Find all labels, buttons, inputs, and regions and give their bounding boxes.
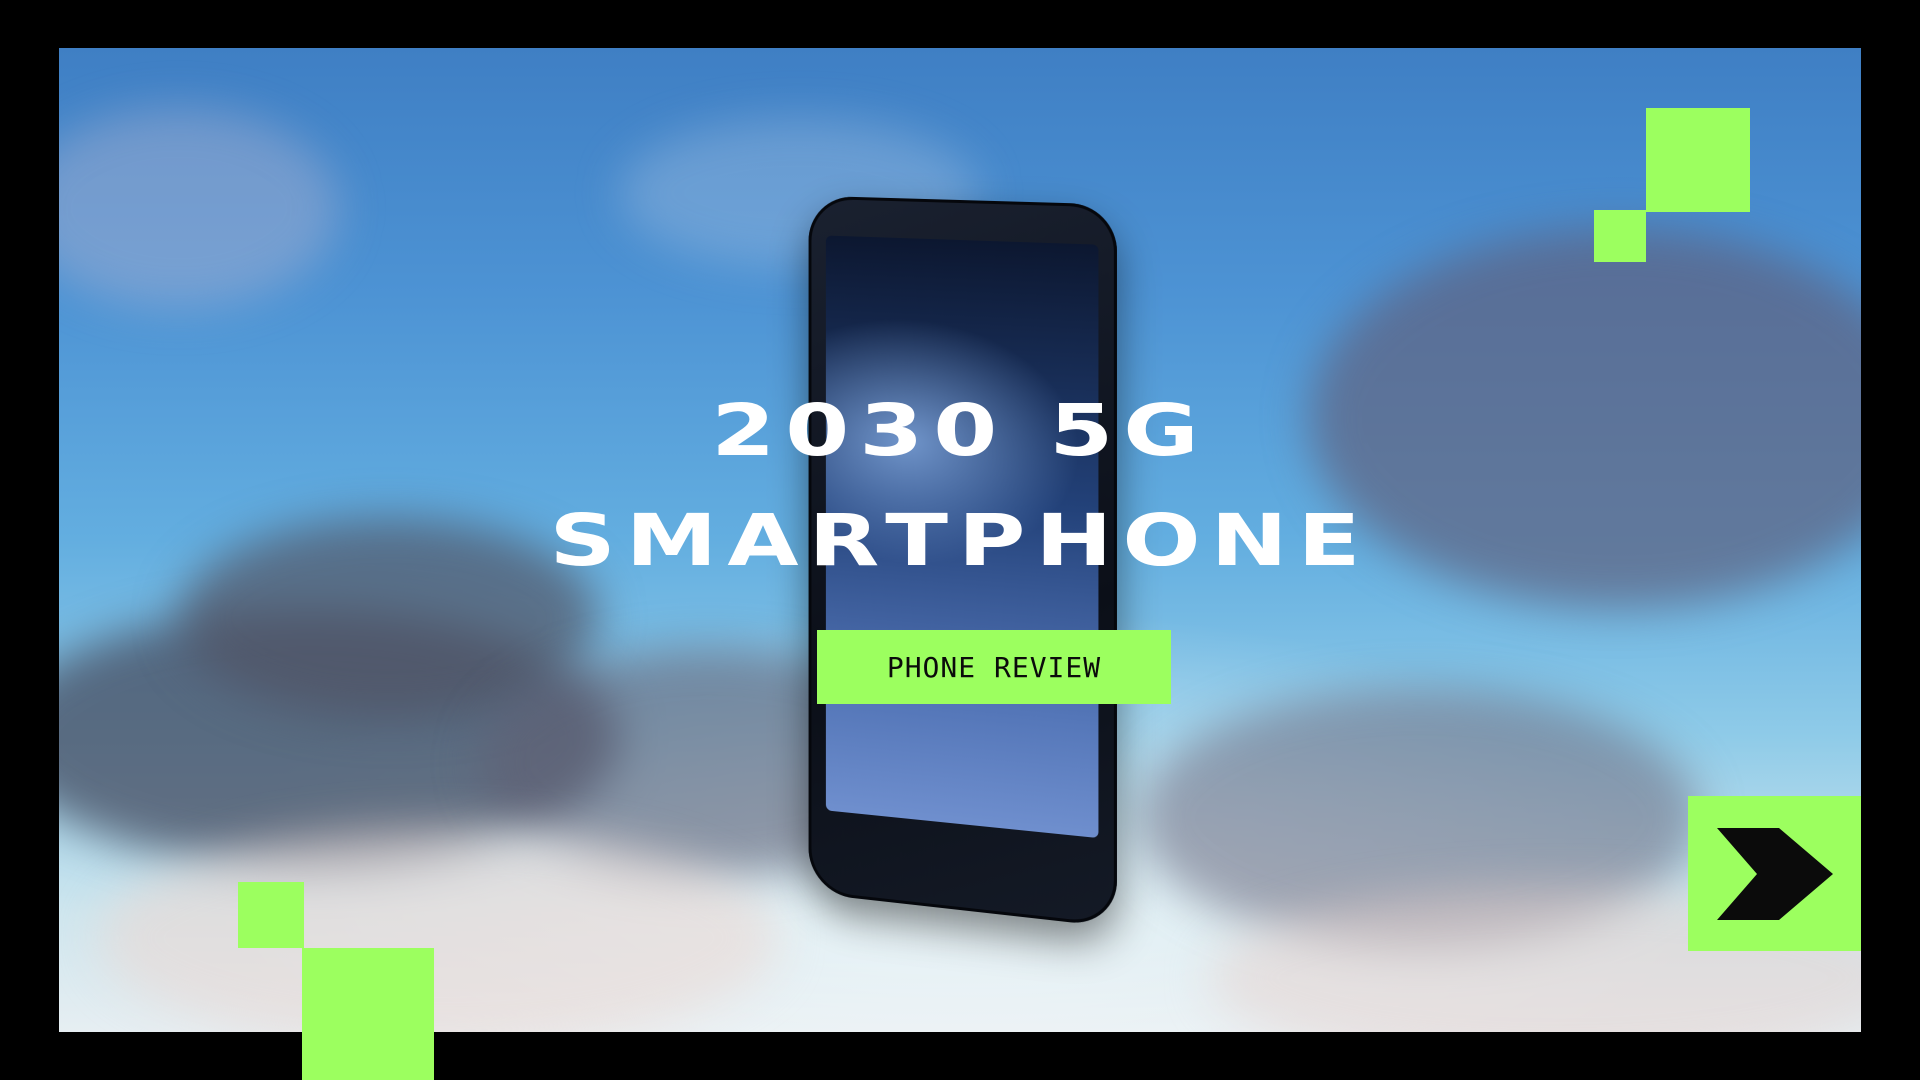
accent-square-top-right-small bbox=[1594, 210, 1646, 262]
title-line-1: 2030 5G bbox=[0, 395, 1920, 467]
cloud bbox=[99, 828, 779, 1032]
accent-square-top-right-large bbox=[1646, 108, 1750, 212]
phone-review-badge: PHONE REVIEW bbox=[817, 630, 1171, 704]
accent-square-bottom-left-small bbox=[238, 882, 304, 948]
chevron-right-icon bbox=[1717, 828, 1833, 920]
accent-square-bottom-left-large bbox=[302, 948, 434, 1080]
title-line-2: SMARTPHONE bbox=[0, 505, 1920, 577]
next-button[interactable] bbox=[1688, 796, 1861, 951]
